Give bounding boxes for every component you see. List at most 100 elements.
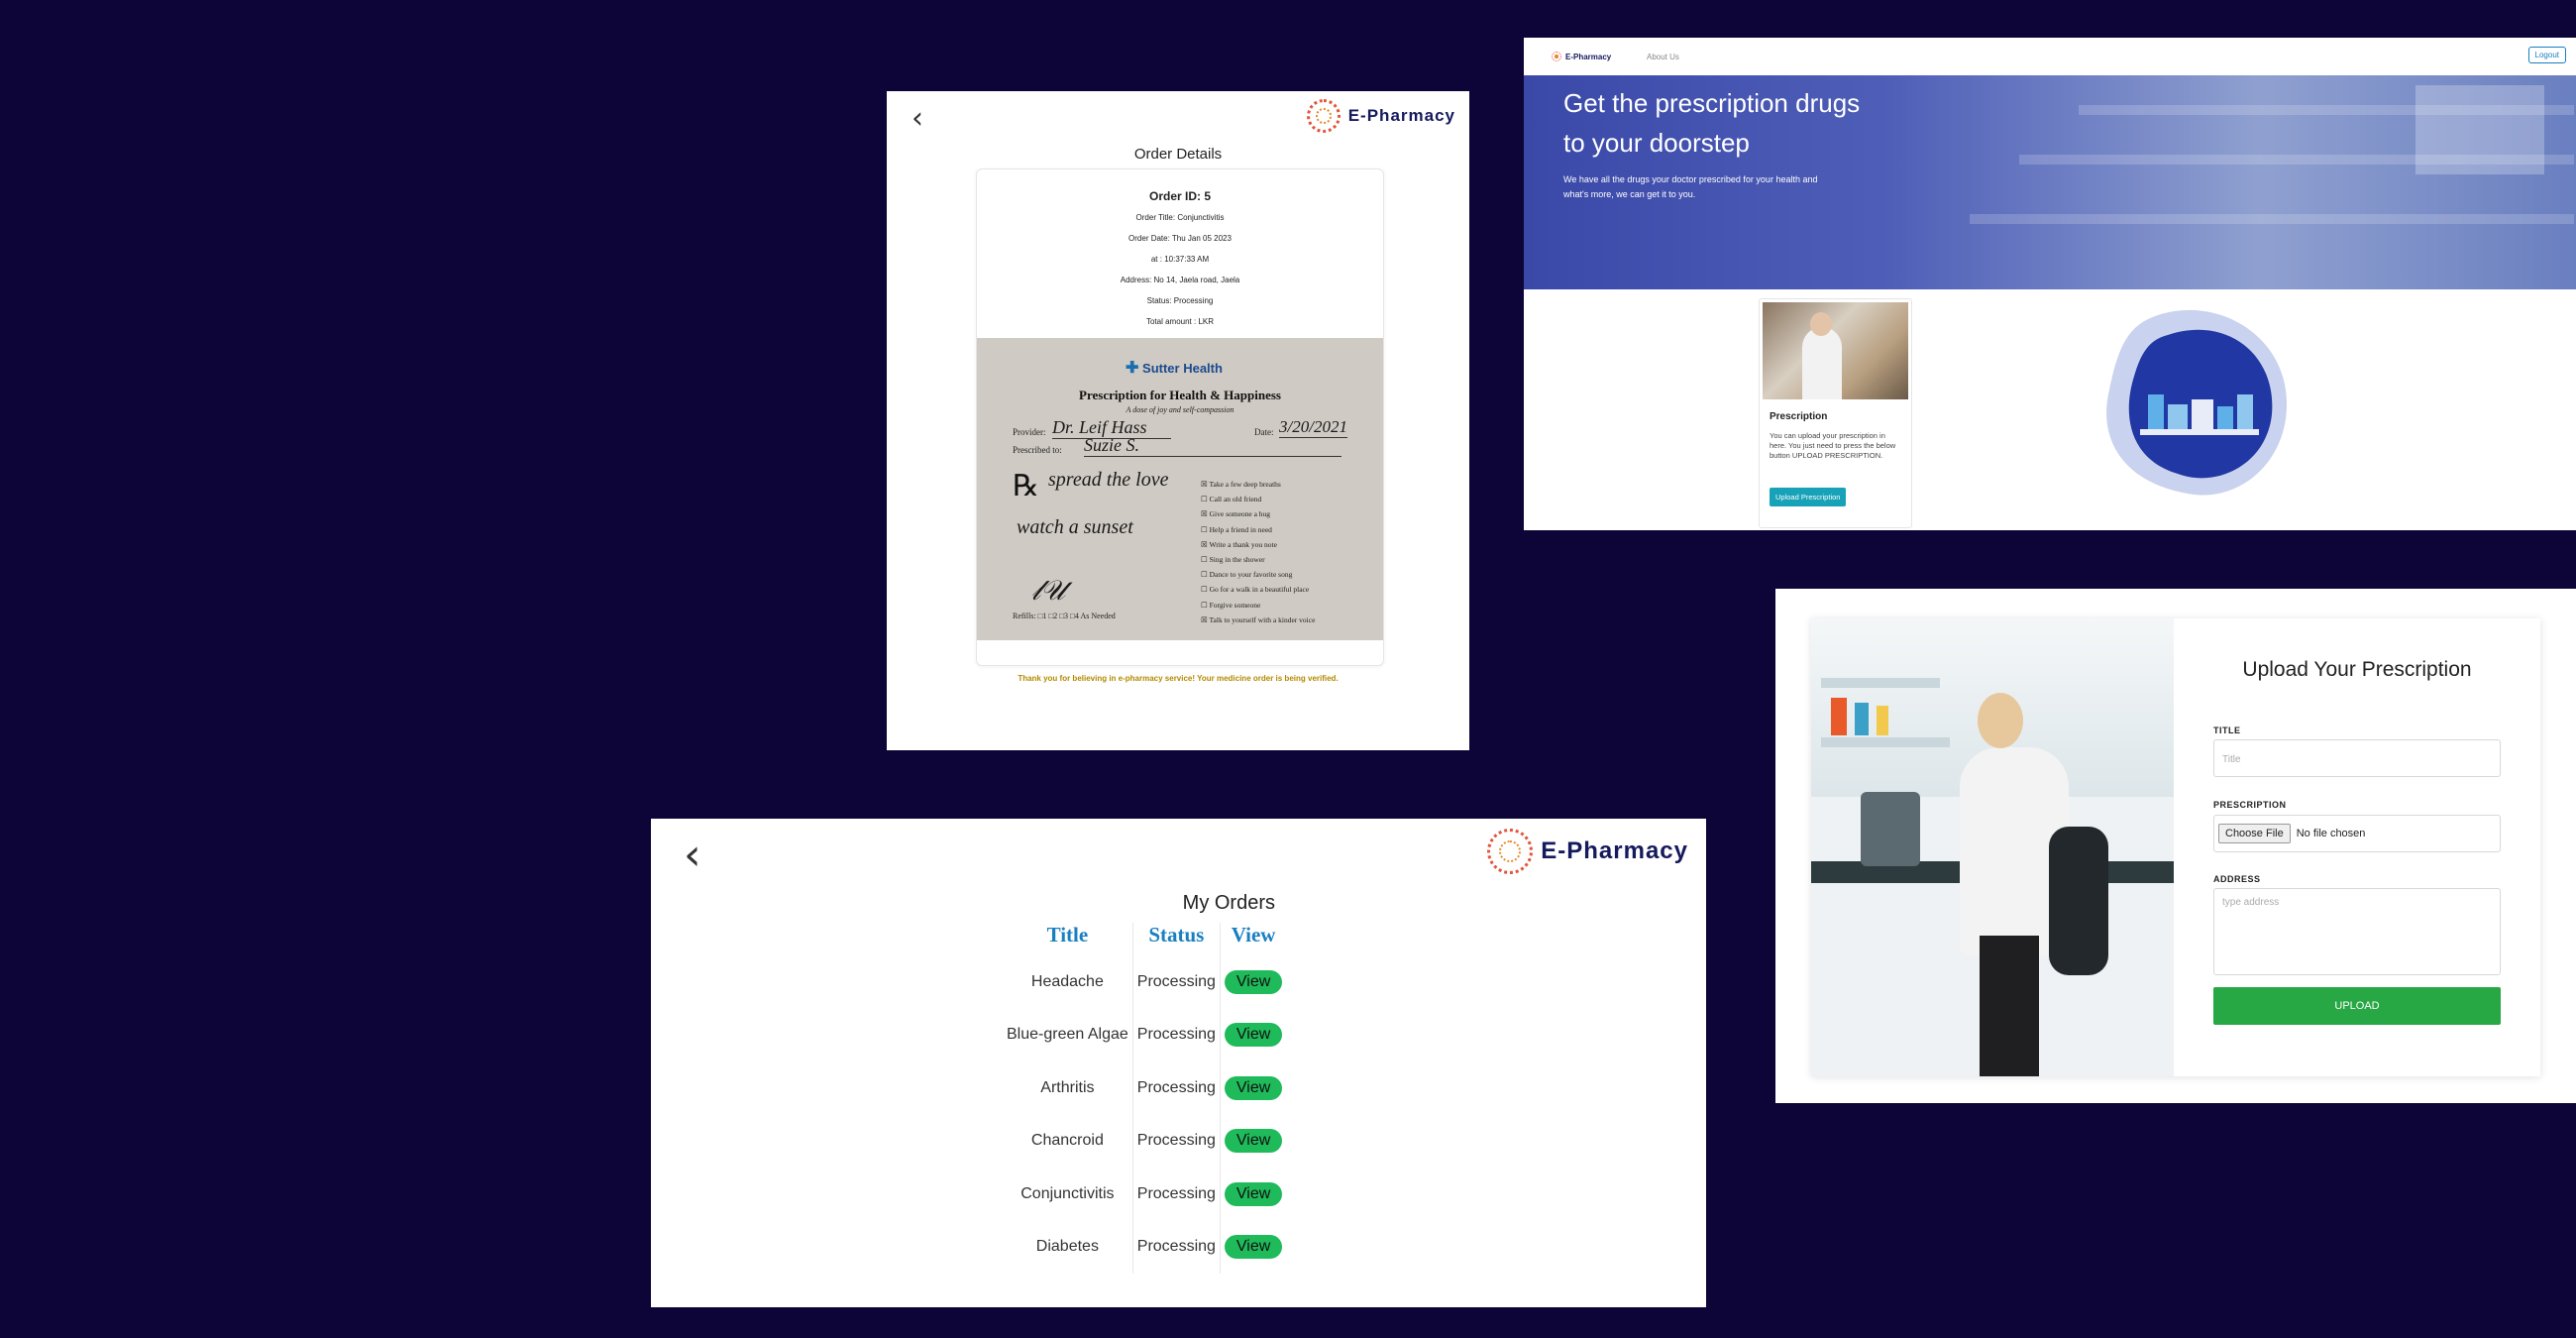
view-button[interactable]: View [1224, 969, 1283, 994]
empty-box-icon: ☐ [1201, 524, 1210, 534]
order-status: Status: Processing [1146, 296, 1214, 305]
checked-box-icon: ☒ [1201, 509, 1210, 519]
checklist-item: ☒ Write a thank you note [1201, 537, 1315, 552]
checklist-item: ☐ Help a friend in need [1201, 522, 1315, 537]
hero-title-line2: to your doorstep [1563, 128, 1750, 158]
rx-title: Prescription for Health & Happiness [1079, 388, 1281, 402]
bottle-icon [2148, 394, 2164, 429]
bottle-decoration [1877, 706, 1888, 735]
table-row: Headache Processing View [1003, 955, 1287, 1009]
checklist-item: ☐ Dance to your favorite song [1201, 567, 1315, 582]
view-button[interactable]: View [1224, 1129, 1283, 1154]
address-label: ADDRESS [2213, 874, 2261, 884]
hero-title: Get the prescription drugs to your doorst… [1563, 83, 1860, 163]
prescription-card: Prescription You can upload your prescri… [1759, 298, 1912, 528]
order-date: Order Date: Thu Jan 05 2023 [1128, 234, 1232, 243]
column-header-status: Status [1131, 923, 1221, 955]
sun-logo-icon [1306, 99, 1341, 133]
address-textarea[interactable]: type address [2213, 888, 2501, 975]
navbar: E-Pharmacy About Us Logout [1524, 38, 2576, 76]
order-view-cell: View [1219, 1114, 1287, 1168]
lab-photo [1811, 618, 2174, 1076]
title-label: TITLE [2213, 725, 2241, 735]
empty-box-icon: ☐ [1201, 585, 1210, 595]
checklist-item: ☐ Go for a walk in a beautiful place [1201, 582, 1315, 597]
cross-logo-icon: ✚ [1126, 360, 1139, 377]
address-placeholder: type address [2222, 897, 2280, 908]
pharmacist-figure [1802, 327, 1842, 399]
view-button[interactable]: View [1224, 1181, 1283, 1206]
order-view-cell: View [1219, 1220, 1287, 1274]
my-orders-panel: ‹ E-Pharmacy My Orders Title Status View… [651, 819, 1706, 1307]
order-details-panel: ‹ E-Pharmacy Order Details Order ID: 5 O… [887, 91, 1469, 750]
microscope [1861, 792, 1920, 866]
order-status-cell: Processing [1131, 1114, 1221, 1168]
brand-logo: E-Pharmacy [1306, 99, 1455, 133]
order-address: Address: No 14, Jaela road, Jaela [1120, 276, 1240, 284]
order-status-cell: Processing [1131, 1008, 1221, 1061]
view-button[interactable]: View [1224, 1235, 1283, 1260]
logout-button[interactable]: Logout [2527, 47, 2566, 63]
rx-line-1: spread the love [1048, 469, 1169, 491]
upload-prescription-button[interactable]: Upload Prescription [1770, 488, 1847, 506]
column-header-title: Title [1046, 923, 1089, 947]
order-title: Order Title: Conjunctivitis [1135, 213, 1225, 222]
empty-box-icon: ☐ [1201, 570, 1210, 580]
empty-box-icon: ☐ [1201, 600, 1210, 610]
checklist-item: ☐ Call an old friend [1201, 492, 1315, 506]
order-status-cell: Processing [1131, 1220, 1221, 1274]
upload-form: Upload Your Prescription TITLE Title PRE… [2174, 618, 2540, 1076]
rx-tagline: A dose of joy and self-compassion [1126, 405, 1234, 414]
view-button[interactable]: View [1224, 1075, 1283, 1100]
checklist-item: ☒ Give someone a hug [1201, 506, 1315, 521]
view-button[interactable]: View [1224, 1023, 1283, 1048]
shelf-icon [2140, 429, 2259, 435]
table-row: Arthritis Processing View [1003, 1061, 1287, 1115]
orders-table: Title Status View Headache Processing View… [1003, 923, 1287, 1274]
choose-file-button[interactable]: Choose File [2218, 824, 2291, 843]
order-title-cell: Headache [1030, 972, 1104, 990]
nav-brand[interactable]: E-Pharmacy [1552, 52, 1611, 61]
checklist-item: ☒ Talk to yourself with a kinder voice [1201, 613, 1315, 627]
title-input[interactable]: Title [2213, 739, 2501, 777]
upload-button[interactable]: UPLOAD [2213, 987, 2501, 1025]
bottle-decoration [1855, 703, 1869, 735]
title-placeholder: Title [2222, 754, 2241, 765]
sutter-health-logo: ✚ Sutter Health [1126, 358, 1223, 378]
order-title-cell: Diabetes [1035, 1238, 1099, 1256]
checklist-item: ☐ Forgive someone [1201, 598, 1315, 613]
back-arrow-icon[interactable]: ‹ [684, 834, 701, 877]
sun-logo-icon [1552, 52, 1561, 61]
order-card: Order ID: 5 Order Title: Conjunctivitis … [976, 168, 1384, 666]
nav-about-link[interactable]: About Us [1647, 53, 1679, 61]
checklist-text: Go for a walk in a beautiful place [1209, 585, 1310, 595]
order-status-cell: Processing [1131, 1061, 1221, 1115]
hero-banner: Get the prescription drugs to your doorst… [1524, 75, 2576, 289]
bottle-icon [2237, 394, 2253, 429]
checklist-text: Forgive someone [1209, 600, 1261, 610]
rx-patient: Suzie S. [1084, 435, 1342, 457]
checklist-text: Sing in the shower [1209, 555, 1265, 565]
thanks-message: Thank you for believing in e-pharmacy se… [1018, 674, 1339, 683]
rx-symbol-icon: ℞ [1013, 470, 1039, 502]
order-title-cell: Arthritis [1040, 1078, 1095, 1096]
order-view-cell: View [1219, 1061, 1287, 1115]
checklist-text: Write a thank you note [1209, 539, 1277, 549]
sparkle-icon [2115, 332, 2121, 338]
page-title: Order Details [1133, 146, 1223, 163]
nav-brand-text: E-Pharmacy [1565, 52, 1612, 61]
bottle-icon [2217, 406, 2233, 429]
brand-name: E-Pharmacy [1541, 837, 1688, 864]
shelf-decoration [1821, 678, 1940, 688]
order-view-cell: View [1219, 1008, 1287, 1061]
pharmacy-illustration [2106, 309, 2287, 496]
file-input[interactable]: Choose File No file chosen [2213, 815, 2501, 852]
card-title: Prescription [1770, 411, 1828, 422]
table-row: Chancroid Processing View [1003, 1114, 1287, 1168]
order-info: Order ID: 5 Order Title: Conjunctivitis … [977, 189, 1383, 326]
checklist-text: Take a few deep breaths [1209, 480, 1281, 489]
scientist-head [1978, 693, 2023, 748]
back-arrow-icon[interactable]: ‹ [912, 104, 923, 134]
order-total: Total amount : LKR [1145, 317, 1215, 326]
rx-checklist: ☒ Take a few deep breaths ☐ Call an old f… [1201, 477, 1315, 627]
